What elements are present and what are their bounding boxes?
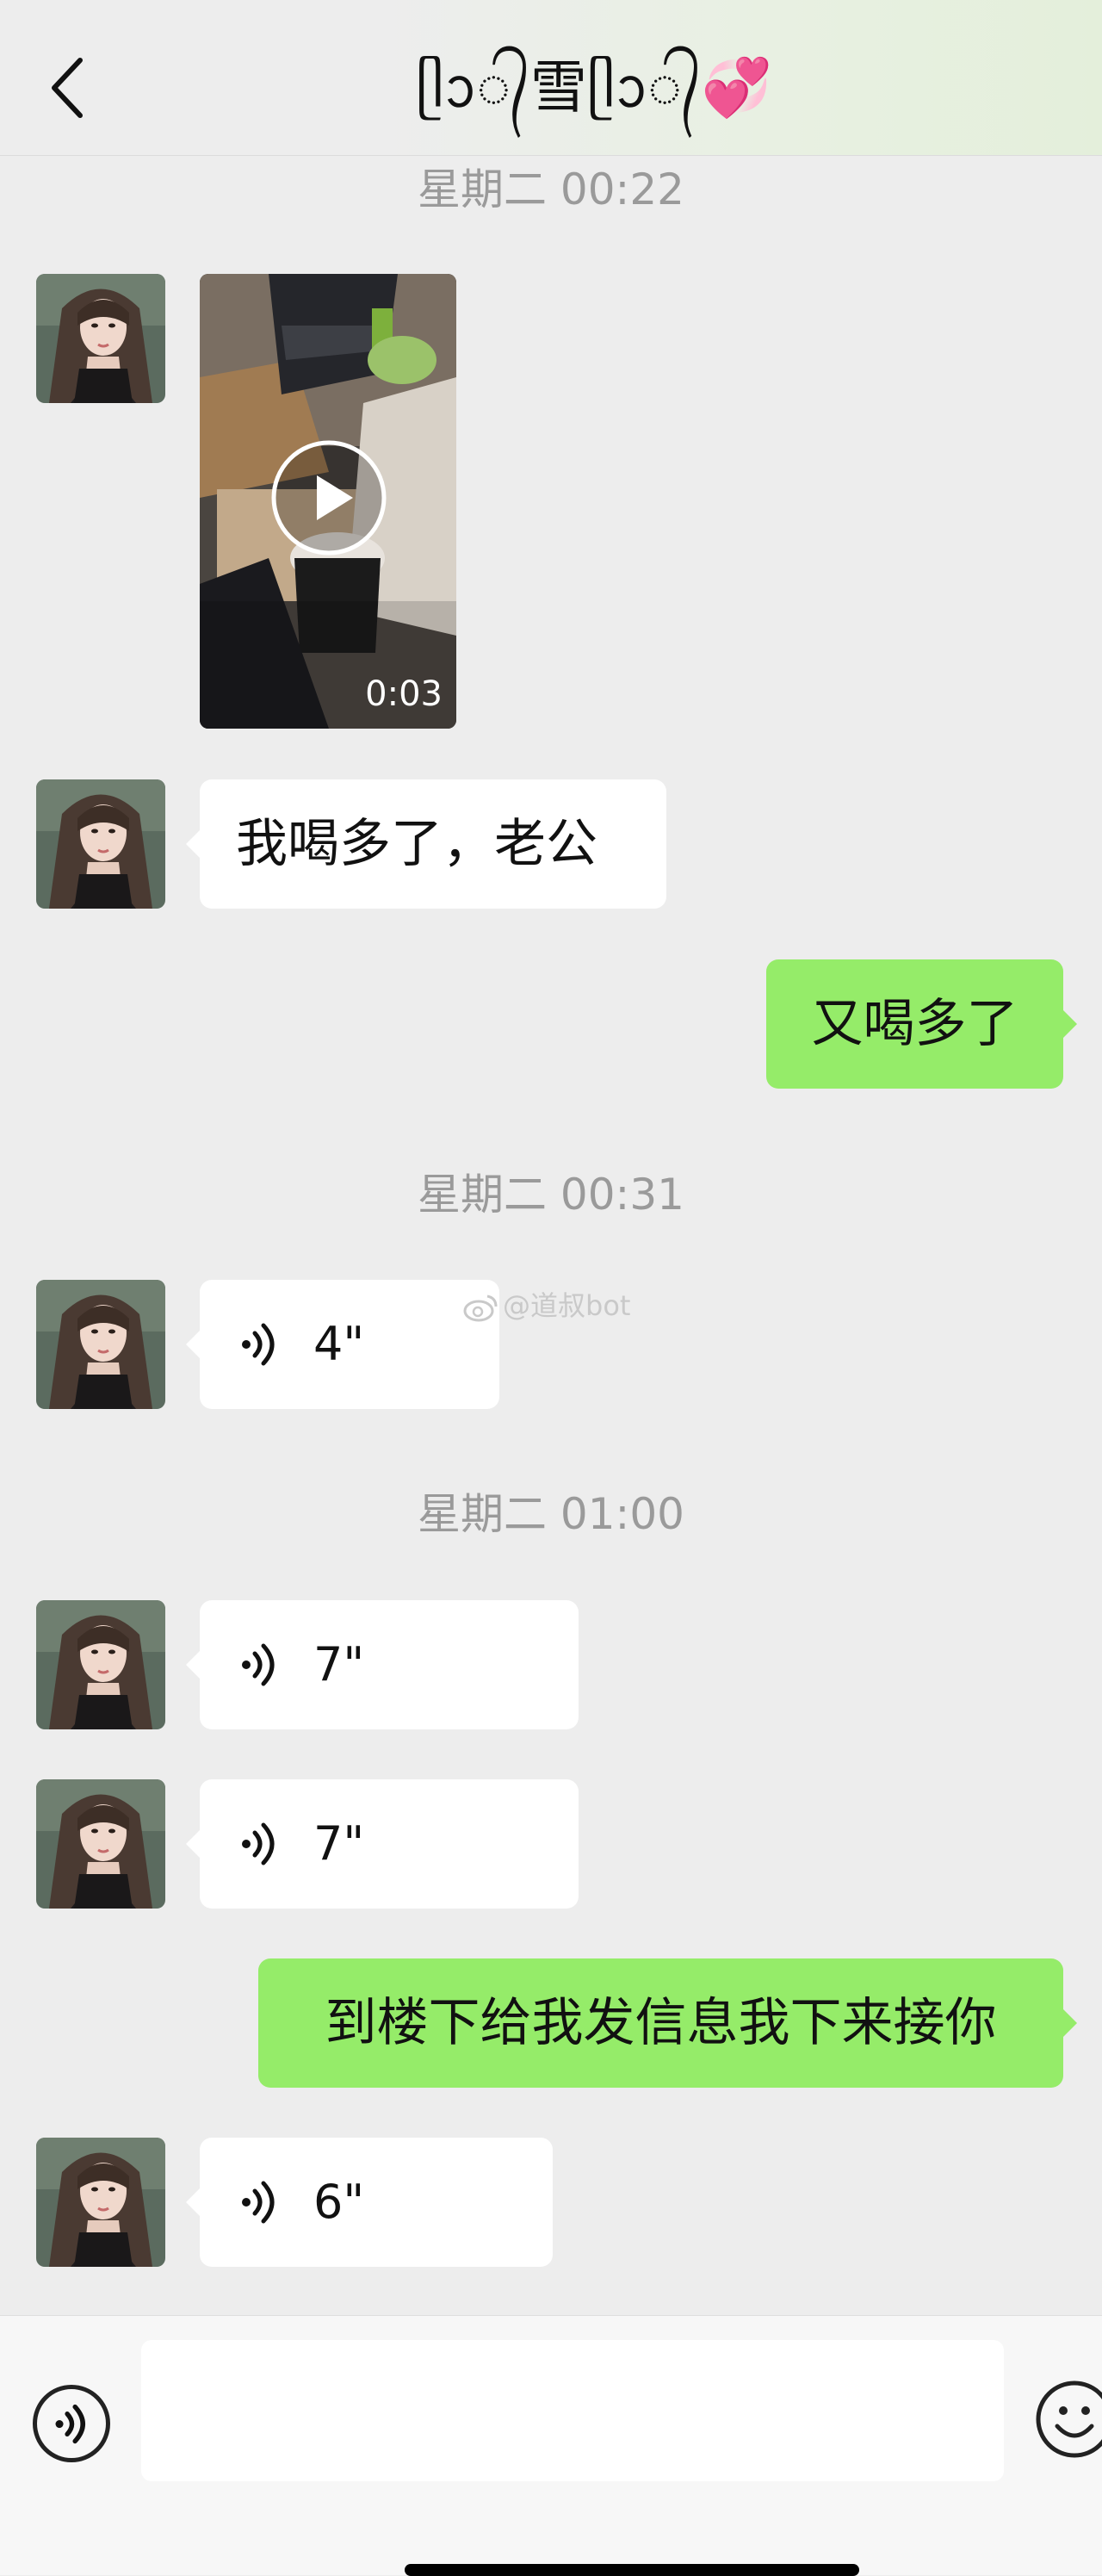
video-message[interactable]: 0:03	[200, 274, 456, 729]
chat-header: ᥫᩣ᭄雪ᥫᩣ᭄💞	[0, 0, 1102, 156]
message-text: 又喝多了	[811, 994, 1018, 1054]
voice-wave-icon	[234, 1639, 286, 1691]
contact-avatar[interactable]	[36, 1600, 165, 1729]
weibo-logo-icon	[463, 1294, 498, 1322]
contact-avatar[interactable]	[36, 2138, 165, 2267]
back-arrow-icon[interactable]	[43, 53, 90, 122]
voice-duration: 7"	[313, 1637, 365, 1691]
voice-message-bubble[interactable]: 7"	[186, 1779, 579, 1909]
message-text: 到楼下给我发信息我下来接你	[325, 1993, 997, 2053]
contact-avatar[interactable]	[36, 779, 165, 909]
sent-text-bubble[interactable]: 又喝多了	[766, 959, 1077, 1089]
voice-message-bubble[interactable]: 4"	[186, 1280, 499, 1409]
voice-message-bubble[interactable]: 6"	[186, 2138, 553, 2267]
message-timestamp: 星期二 01:00	[418, 1489, 684, 1539]
video-duration: 0:03	[365, 674, 443, 714]
message-text: 我喝多了，老公	[236, 814, 597, 874]
chat-title: ᥫᩣ᭄雪ᥫᩣ᭄💞	[416, 54, 772, 121]
voice-duration: 7"	[313, 1816, 365, 1871]
message-timestamp: 星期二 00:31	[418, 1170, 684, 1220]
voice-message-bubble[interactable]: 7"	[186, 1600, 579, 1729]
sent-text-bubble[interactable]: 到楼下给我发信息我下来接你	[258, 1958, 1077, 2088]
voice-wave-icon	[234, 2176, 286, 2228]
received-text-bubble[interactable]: 我喝多了，老公	[186, 779, 666, 909]
play-icon[interactable]	[270, 439, 387, 556]
voice-duration: 6"	[313, 2175, 365, 2229]
watermark: @道叔bot	[463, 1287, 630, 1325]
contact-avatar[interactable]	[36, 1779, 165, 1909]
voice-duration: 4"	[313, 1317, 365, 1371]
voice-wave-icon	[234, 1319, 286, 1370]
emoji-icon[interactable]	[1033, 2378, 1102, 2461]
watermark-text: @道叔bot	[503, 1289, 631, 1322]
contact-avatar[interactable]	[36, 1280, 165, 1409]
message-timestamp: 星期二 00:22	[418, 164, 684, 214]
input-bar	[0, 2315, 1102, 2575]
voice-wave-icon	[234, 1818, 286, 1870]
voice-input-icon[interactable]	[33, 2385, 110, 2462]
contact-avatar[interactable]	[36, 274, 165, 403]
message-input[interactable]	[141, 2340, 1004, 2481]
